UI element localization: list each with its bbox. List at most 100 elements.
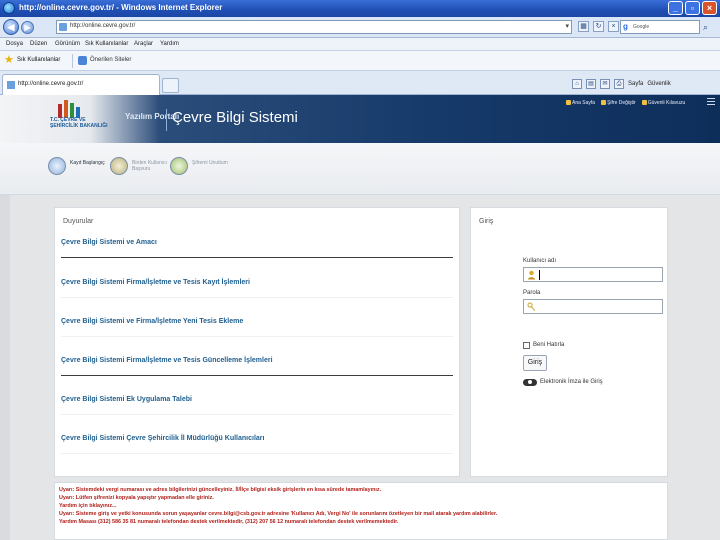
compatibility-icon[interactable]: ▦ [578,21,589,32]
mail-icon[interactable]: ✉ [600,79,610,89]
home-icon[interactable]: ⌂ [572,79,582,89]
header-divider [166,109,167,131]
notice-help-link[interactable]: Yardım için tıklayınız... [59,503,117,509]
link-home-label: Ana Sayfa [572,100,596,106]
address-bar[interactable]: http://online.cevre.gov.tr/ ▾ [56,20,572,34]
close-button[interactable]: × [702,1,717,15]
site-title: Çevre Bilgi Sistemi [172,109,298,126]
address-text: http://online.cevre.gov.tr/ [70,23,136,29]
forgot-password-icon [170,157,188,175]
login-title: Giriş [479,218,494,225]
suggested-sites-link[interactable]: Önerilen Siteler [78,55,158,67]
favorites-star-icon[interactable]: ★ [4,55,14,66]
user-icon [528,270,535,280]
suggested-sites-icon [78,56,87,65]
announcement-label: Çevre Bilgi Sistemi Firma/İşletme ve Tes… [61,357,273,364]
ministry-logo[interactable] [58,100,80,118]
announcement-item[interactable]: Çevre Bilgi Sistemi ve Amacı [61,234,453,258]
address-dropdown-icon[interactable]: ▾ [565,22,569,30]
address-toolbar: ◀ ▶ http://online.cevre.gov.tr/ ▾ ▦ ↻ × … [0,17,720,38]
login-panel: Giriş Kullanıcı adı Parola Beni Hatırla … [470,207,668,477]
window-title: http://online.cevre.gov.tr/ - Windows In… [19,3,223,12]
announcement-item[interactable]: Çevre Bilgi Sistemi ve Firma/İşletme Yen… [61,313,453,337]
tab-row: http://online.cevre.gov.tr/ ⌂ ▤ ✉ ⎙ Sayf… [0,71,720,95]
main-content: Duyurular Çevre Bilgi Sistemi ve Amacı Ç… [0,195,720,540]
header-links: Ana Sayfa Şifre Değiştir Güvenli Kılavuz… [566,100,685,106]
announcement-label: Çevre Bilgi Sistemi ve Amacı [61,239,157,246]
notice-line: Yardım Masası (312) 586 35 81 numaralı t… [59,519,399,525]
search-icon[interactable]: ⌕ [703,22,713,32]
header-menu-icon[interactable] [707,98,715,106]
announcement-item[interactable]: Çevre Bilgi Sistemi Ek Uygulama Talebi [61,391,453,415]
window-titlebar: http://online.cevre.gov.tr/ - Windows In… [0,0,720,17]
action-register-label: Kayıt Başlangıç [70,160,105,166]
password-field[interactable] [523,299,663,314]
stop-icon[interactable]: × [608,21,619,32]
remember-me-checkbox[interactable] [523,342,530,349]
esignature-login-link[interactable]: Elektronik İmza ile Giriş [523,378,643,388]
notice-line: Uyarı: Sisteme giriş ve yetki konusunda … [59,511,498,517]
link-guide-label: Güvenli Kılavuzu [647,100,686,106]
home-link-icon [566,100,571,105]
menu-item-edit[interactable]: Düzen [30,41,47,47]
link-guide[interactable]: Güvenli Kılavuzu [641,100,686,106]
remember-me-label: Beni Hatırla [533,342,565,348]
notice-line: Uyarı: Sistemdeki vergi numarası ve adre… [59,487,382,493]
announcement-label: Çevre Bilgi Sistemi ve Firma/İşletme Yen… [61,318,244,325]
back-button[interactable]: ◀ [3,19,19,35]
announcement-item[interactable]: Çevre Bilgi Sistemi Firma/İşletme ve Tes… [61,274,453,298]
username-field[interactable] [523,267,663,282]
action-bar: Kayıt Başlangıç Birden Kullanıcı Başvuru… [0,143,720,195]
favorites-bar: ★ Sık Kullanılanlar Önerilen Siteler [0,51,720,71]
internet-explorer-icon [3,2,15,14]
feeds-icon[interactable]: ▤ [586,79,596,89]
login-button[interactable]: Giriş [523,355,547,371]
menu-bar: Dosya Düzen Görünüm Sık Kullanılanlar Ar… [0,38,720,51]
maximize-button[interactable]: ▫ [685,1,700,15]
safety-menu[interactable]: Güvenlik [647,81,670,87]
ministry-name: T.C. ÇEVRE VE ŞEHİRCİLİK BAKANLIĞI [50,117,108,129]
esignature-icon [523,379,537,386]
menu-item-help[interactable]: Yardım [160,41,179,47]
minimize-button[interactable]: _ [668,1,683,15]
tab-favicon-icon [7,81,15,89]
announcement-item[interactable]: Çevre Bilgi Sistemi Çevre Şehircilik İl … [61,430,453,454]
forward-button[interactable]: ▶ [21,21,34,34]
menu-item-tools[interactable]: Araçlar [134,41,153,47]
menu-item-file[interactable]: Dosya [6,41,23,47]
site-header: T.C. ÇEVRE VE ŞEHİRCİLİK BAKANLIĞI Yazıl… [0,95,720,143]
action-multi-user-label: Birden Kullanıcı Başvuru [132,160,168,172]
print-icon[interactable]: ⎙ [614,79,624,89]
guide-link-icon [641,100,647,105]
favorites-separator [72,54,73,68]
key-icon [527,302,536,312]
username-label: Kullanıcı adı [523,258,557,264]
link-change-password[interactable]: Şifre Değiştir [601,100,636,106]
command-bar: ⌂ ▤ ✉ ⎙ Sayfa Güvenlik [572,79,671,89]
key-link-icon [601,100,607,105]
page-menu[interactable]: Sayfa [628,81,643,87]
notice-line: Uyarı: Lütfen şifrenizi kopyala yapıştır… [59,495,214,501]
esignature-label: Elektronik İmza ile Giriş [540,379,603,385]
menu-item-favorites[interactable]: Sık Kullanılanlar [85,41,128,47]
tab-current[interactable]: http://online.cevre.gov.tr/ [2,74,160,95]
search-placeholder: Google [633,24,650,30]
window-controls: _ ▫ × [668,1,717,15]
suggested-sites-label: Önerilen Siteler [90,57,132,63]
action-forgot-password-label: Şifremi Unuttum [192,160,228,166]
link-home[interactable]: Ana Sayfa [566,100,595,106]
announcements-panel: Duyurular Çevre Bilgi Sistemi ve Amacı Ç… [54,207,460,477]
search-input[interactable]: g Google [620,20,700,34]
page-favicon-icon [59,23,67,31]
text-cursor [539,270,540,280]
menu-item-view[interactable]: Görünüm [55,41,80,47]
new-tab-button[interactable] [162,78,179,93]
tab-title: http://online.cevre.gov.tr/ [18,81,84,87]
refresh-icon[interactable]: ↻ [593,21,604,32]
google-icon: g [623,22,628,31]
announcement-label: Çevre Bilgi Sistemi Firma/İşletme ve Tes… [61,279,250,286]
register-icon [48,157,66,175]
announcement-item[interactable]: Çevre Bilgi Sistemi Firma/İşletme ve Tes… [61,352,453,376]
password-label: Parola [523,290,541,296]
favorites-label[interactable]: Sık Kullanılanlar [17,57,60,63]
